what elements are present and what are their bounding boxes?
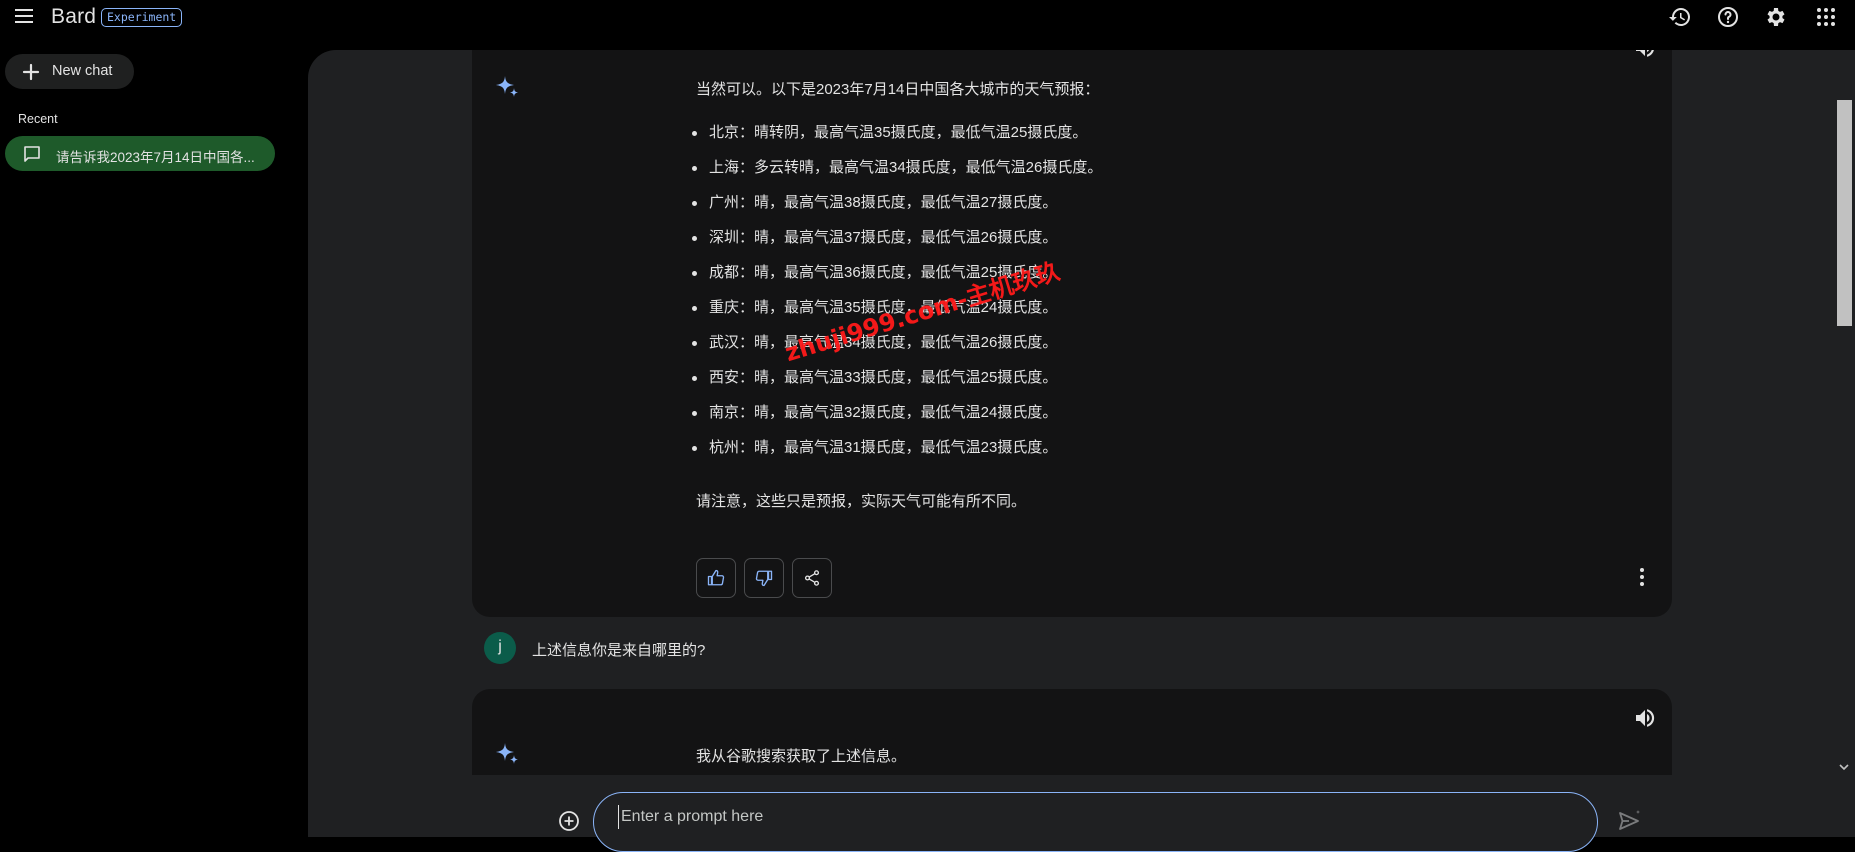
response-text: 我从谷歌搜索获取了上述信息。 [696,748,907,765]
bard-sparkle-icon [496,743,518,764]
new-chat-button[interactable]: New chat [5,54,134,89]
send-icon[interactable] [1617,808,1643,834]
plus-icon [22,63,40,81]
apps-grid-icon[interactable] [1814,5,1838,29]
list-item: 武汉：晴，最高气温34摄氏度，最低气温26摄氏度。 [692,333,1102,368]
scroll-down-arrow-icon[interactable] [1838,762,1850,772]
add-circle-icon[interactable] [557,809,581,833]
response-note: 请注意，这些只是预报，实际天气可能有所不同。 [696,493,1027,510]
chat-area: 当然可以。以下是2023年7月14日中国各大城市的天气预报： 北京：晴转阴，最高… [308,50,1855,837]
list-item: 成都：晴，最高气温36摄氏度，最低气温25摄氏度。 [692,263,1102,298]
list-item: 重庆：晴，最高气温35摄氏度，最低气温24摄氏度。 [692,298,1102,333]
menu-icon[interactable] [12,5,36,29]
recent-chat-label: 请告诉我2023年7月14日中国各... [56,150,255,165]
speaker-icon[interactable] [1633,50,1657,60]
list-item: 西安：晴，最高气温33摄氏度，最低气温25摄氏度。 [692,368,1102,403]
top-bar: Bard Experiment [0,0,1855,34]
settings-icon[interactable] [1764,5,1788,29]
experiment-badge: Experiment [101,8,183,27]
recent-chat-item[interactable]: 请告诉我2023年7月14日中国各... [5,136,275,171]
prompt-box[interactable] [593,792,1598,852]
list-item: 广州：晴，最高气温38摄氏度，最低气温27摄氏度。 [692,193,1102,228]
bard-sparkle-icon [496,76,518,97]
share-icon [804,570,820,586]
new-chat-label: New chat [52,63,113,79]
response-intro: 当然可以。以下是2023年7月14日中国各大城市的天气预报： [696,81,1100,98]
scrollbar-thumb[interactable] [1837,100,1852,326]
help-icon[interactable] [1716,5,1740,29]
speaker-icon[interactable] [1633,706,1657,730]
app-title: Bard [51,5,97,28]
weather-list: 北京：晴转阴，最高气温35摄氏度，最低气温25摄氏度。 上海：多云转晴，最高气温… [692,123,1102,473]
list-item: 杭州：晴，最高气温31摄氏度，最低气温23摄氏度。 [692,438,1102,473]
more-vert-icon[interactable] [1630,565,1654,589]
thumbs-up-button[interactable] [696,558,736,598]
prompt-area [308,775,1855,852]
prompt-input[interactable] [618,805,1518,829]
user-message: 上述信息你是来自哪里的? [532,642,706,659]
response-card: 当然可以。以下是2023年7月14日中国各大城市的天气预报： 北京：晴转阴，最高… [472,50,1672,617]
list-item: 南京：晴，最高气温32摄氏度，最低气温24摄氏度。 [692,403,1102,438]
history-icon[interactable] [1668,5,1692,29]
thumbs-down-button[interactable] [744,558,784,598]
list-item: 北京：晴转阴，最高气温35摄氏度，最低气温25摄氏度。 [692,123,1102,158]
list-item: 深圳：晴，最高气温37摄氏度，最低气温26摄氏度。 [692,228,1102,263]
share-button[interactable] [792,558,832,598]
chat-bubble-icon [24,146,40,162]
thumbs-up-icon [707,569,725,586]
list-item: 上海：多云转晴，最高气温34摄氏度，最低气温26摄氏度。 [692,158,1102,193]
recent-heading: Recent [18,112,58,126]
thumbs-down-icon [755,570,773,587]
user-avatar: j [484,632,516,664]
